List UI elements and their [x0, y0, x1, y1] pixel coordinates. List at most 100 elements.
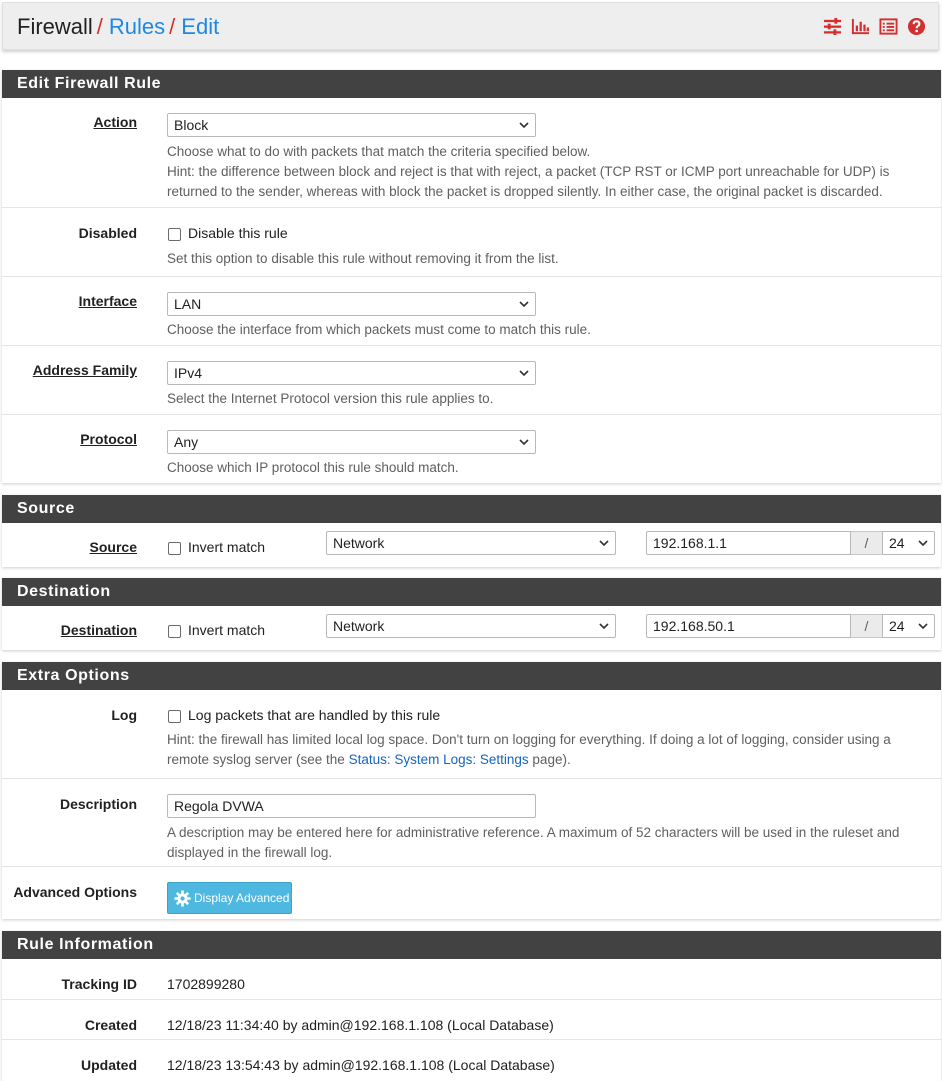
tracking-id-value: 1702899280	[167, 976, 245, 992]
chevron-down-icon	[599, 540, 609, 547]
address-family-label: Address Family	[32, 362, 137, 378]
source-row: Source Invert match Network 192.168.1.1 …	[2, 523, 941, 567]
disabled-label: Disabled	[78, 225, 137, 241]
advanced-options-label: Advanced Options	[13, 884, 137, 900]
log-help-text-end: page).	[528, 752, 571, 767]
chevron-down-icon	[519, 122, 529, 129]
destination-type-value: Network	[333, 618, 385, 634]
extra-options-panel: Extra Options Log Log packets that are h…	[2, 662, 941, 919]
log-row: Log Log packets that are handled by this…	[2, 690, 941, 778]
source-type-value: Network	[333, 535, 385, 551]
address-family-help: Select the Internet Protocol version thi…	[167, 391, 494, 406]
breadcrumb-firewall: Firewall	[17, 14, 93, 39]
source-invert-checkbox[interactable]	[168, 542, 181, 555]
gear-icon	[174, 890, 191, 907]
address-family-select-value: IPv4	[174, 365, 203, 381]
edit-rule-panel: Edit Firewall Rule Action Block Choose w…	[2, 70, 941, 483]
chevron-down-icon	[519, 301, 529, 308]
protocol-label: Protocol	[80, 431, 137, 447]
source-mask-select[interactable]: 24	[882, 531, 935, 555]
source-type-select[interactable]: Network	[326, 531, 616, 555]
panel-title: Rule Information	[2, 931, 941, 959]
protocol-help: Choose which IP protocol this rule shoul…	[167, 460, 459, 475]
destination-address-input[interactable]: 192.168.50.1	[646, 614, 851, 638]
disable-rule-checkbox[interactable]	[168, 228, 181, 241]
created-value: 12/18/23 11:34:40 by admin@192.168.1.108…	[167, 1017, 554, 1033]
breadcrumb-edit-link[interactable]: Edit	[181, 14, 219, 39]
sliders-icon[interactable]	[823, 17, 842, 36]
tracking-id-label: Tracking ID	[61, 976, 137, 992]
destination-row: Destination Invert match Network 192.168…	[2, 606, 941, 650]
interface-select[interactable]: LAN	[167, 292, 536, 316]
destination-invert-label[interactable]: Invert match	[188, 622, 265, 638]
source-mask-value: 24	[889, 535, 905, 551]
address-family-row: Address Family IPv4 Select the Internet …	[2, 345, 941, 414]
disabled-help: Set this option to disable this rule wit…	[167, 251, 559, 266]
disabled-row: Disabled Disable this rule Set this opti…	[2, 207, 941, 276]
interface-label: Interface	[78, 293, 137, 309]
source-address-value: 192.168.1.1	[653, 535, 727, 551]
breadcrumb-separator: /	[96, 14, 103, 39]
action-hint-text: Hint: the difference between block and r…	[167, 164, 890, 199]
description-help: A description may be entered here for ad…	[167, 825, 900, 860]
system-logs-settings-link[interactable]: Status: System Logs: Settings	[349, 752, 529, 767]
action-help-text: Choose what to do with packets that matc…	[167, 144, 591, 159]
destination-mask-separator: /	[851, 614, 882, 638]
interface-row: Interface LAN Choose the interface from …	[2, 276, 941, 345]
destination-mask-select[interactable]: 24	[882, 614, 935, 638]
log-label: Log	[111, 707, 137, 723]
advanced-options-row: Advanced Options Display Advanced	[2, 866, 941, 919]
destination-label: Destination	[60, 622, 137, 638]
protocol-row: Protocol Any Choose which IP protocol th…	[2, 414, 941, 483]
display-advanced-button[interactable]: Display Advanced	[167, 882, 292, 914]
description-row: Description Regola DVWA A description ma…	[2, 778, 941, 866]
protocol-select-value: Any	[174, 434, 199, 450]
destination-address-value: 192.168.50.1	[653, 618, 735, 634]
source-address-input[interactable]: 192.168.1.1	[646, 531, 851, 555]
updated-value: 12/18/23 13:54:43 by admin@192.168.1.108…	[167, 1057, 555, 1073]
log-checkbox[interactable]	[168, 710, 181, 723]
rule-information-panel: Rule Information Tracking ID 1702899280 …	[2, 931, 941, 1081]
destination-mask-value: 24	[889, 618, 905, 634]
panel-title: Edit Firewall Rule	[2, 70, 941, 98]
updated-label: Updated	[81, 1057, 137, 1073]
breadcrumb-separator: /	[169, 14, 176, 39]
updated-row: Updated 12/18/23 13:54:43 by admin@192.1…	[2, 1039, 941, 1081]
destination-panel: Destination Destination Invert match Net…	[2, 578, 941, 650]
chevron-down-icon	[918, 623, 928, 630]
log-checkbox-label[interactable]: Log packets that are handled by this rul…	[188, 707, 440, 723]
breadcrumb-rules-link[interactable]: Rules	[109, 14, 165, 39]
display-advanced-label: Display Advanced	[194, 891, 290, 905]
interface-select-value: LAN	[174, 296, 202, 312]
destination-type-select[interactable]: Network	[326, 614, 616, 638]
source-mask-separator: /	[851, 531, 882, 555]
toolbar-icons	[823, 17, 926, 36]
chevron-down-icon	[519, 370, 529, 377]
breadcrumb-bar: Firewall / Rules / Edit	[2, 2, 939, 50]
created-row: Created 12/18/23 11:34:40 by admin@192.1…	[2, 999, 941, 1039]
destination-invert-checkbox[interactable]	[168, 625, 181, 638]
address-family-select[interactable]: IPv4	[167, 361, 536, 385]
description-input[interactable]: Regola DVWA	[167, 794, 536, 818]
disable-rule-checkbox-label[interactable]: Disable this rule	[188, 225, 288, 241]
breadcrumb: Firewall / Rules / Edit	[17, 14, 219, 40]
description-label: Description	[59, 796, 137, 812]
bar-chart-icon[interactable]	[851, 17, 870, 36]
chevron-down-icon	[918, 540, 928, 547]
interface-help: Choose the interface from which packets …	[167, 322, 591, 337]
tracking-id-row: Tracking ID 1702899280	[2, 959, 941, 999]
panel-title: Destination	[2, 578, 941, 606]
created-label: Created	[84, 1017, 137, 1033]
action-help: Choose what to do with packets that matc…	[167, 142, 931, 202]
panel-title: Extra Options	[2, 662, 941, 690]
source-panel: Source Source Invert match Network 192.1…	[2, 495, 941, 567]
description-value: Regola DVWA	[174, 798, 264, 814]
chevron-down-icon	[599, 623, 609, 630]
panel-title: Source	[2, 495, 941, 523]
action-label: Action	[93, 114, 137, 130]
list-icon[interactable]	[879, 17, 898, 36]
source-invert-label[interactable]: Invert match	[188, 539, 265, 555]
action-select[interactable]: Block	[167, 113, 536, 137]
help-icon[interactable]	[907, 17, 926, 36]
protocol-select[interactable]: Any	[167, 430, 536, 454]
